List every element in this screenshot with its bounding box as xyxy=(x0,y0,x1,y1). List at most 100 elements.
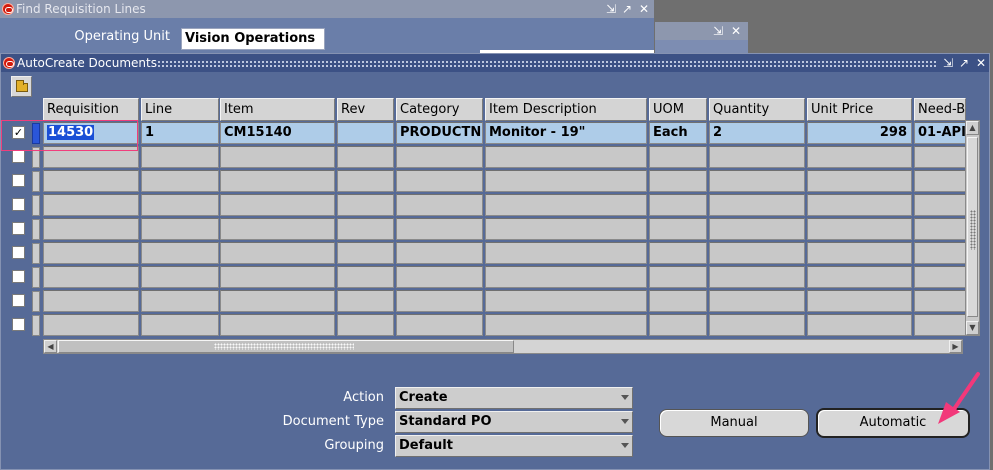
row-select-checkbox[interactable] xyxy=(12,174,25,187)
table-cell[interactable] xyxy=(649,194,707,216)
table-cell[interactable] xyxy=(914,146,966,168)
scroll-left-icon[interactable]: ◀ xyxy=(44,340,57,353)
table-cell[interactable] xyxy=(914,266,966,288)
table-cell[interactable] xyxy=(337,290,394,312)
row-indicator[interactable] xyxy=(32,171,40,192)
row-select-checkbox[interactable] xyxy=(12,294,25,307)
table-cell[interactable] xyxy=(337,122,394,144)
row-indicator[interactable] xyxy=(32,315,40,336)
maximize-icon[interactable]: ↗ xyxy=(957,54,971,72)
table-cell[interactable] xyxy=(807,170,912,192)
column-header[interactable]: Requisition xyxy=(43,98,139,121)
minimize-icon[interactable]: ⇲ xyxy=(604,0,618,18)
table-cell[interactable] xyxy=(220,194,335,216)
table-cell[interactable] xyxy=(43,266,139,288)
table-cell[interactable] xyxy=(141,242,219,264)
table-cell[interactable] xyxy=(43,194,139,216)
table-cell[interactable] xyxy=(485,146,647,168)
table-cell[interactable] xyxy=(43,242,139,264)
operating-unit-field[interactable]: Vision Operations xyxy=(181,28,325,50)
row-select-checkbox[interactable] xyxy=(12,246,25,259)
table-cell[interactable] xyxy=(141,146,219,168)
column-header[interactable]: Item xyxy=(220,98,335,121)
column-header[interactable]: Rev xyxy=(337,98,394,121)
table-cell[interactable] xyxy=(649,290,707,312)
table-cell[interactable] xyxy=(485,170,647,192)
column-header[interactable]: Unit Price xyxy=(807,98,912,121)
table-cell[interactable] xyxy=(914,242,966,264)
grouping-select[interactable]: Default xyxy=(395,435,633,457)
table-cell[interactable]: Each xyxy=(649,122,707,144)
close-icon[interactable]: ✕ xyxy=(729,22,743,40)
table-cell[interactable] xyxy=(807,194,912,216)
table-cell[interactable] xyxy=(396,290,483,312)
vertical-scroll-thumb[interactable] xyxy=(967,137,978,317)
action-select[interactable]: Create xyxy=(395,387,633,409)
table-cell[interactable] xyxy=(914,194,966,216)
table-cell[interactable] xyxy=(709,314,805,336)
column-header[interactable]: Quantity xyxy=(709,98,805,121)
table-cell[interactable] xyxy=(220,266,335,288)
close-icon[interactable]: ✕ xyxy=(637,0,651,18)
table-cell[interactable] xyxy=(43,218,139,240)
table-cell[interactable] xyxy=(485,218,647,240)
column-header[interactable]: UOM xyxy=(649,98,707,121)
table-cell[interactable] xyxy=(220,170,335,192)
table-cell[interactable] xyxy=(220,242,335,264)
row-indicator[interactable] xyxy=(32,219,40,240)
table-cell[interactable] xyxy=(396,242,483,264)
table-cell[interactable]: 01-API xyxy=(914,122,966,144)
table-cell[interactable] xyxy=(220,218,335,240)
table-cell[interactable] xyxy=(807,218,912,240)
row-indicator[interactable] xyxy=(32,291,40,312)
table-cell[interactable] xyxy=(709,266,805,288)
vertical-scrollbar[interactable]: ▲ ▼ xyxy=(965,120,980,336)
table-cell[interactable] xyxy=(485,266,647,288)
autocreate-titlebar[interactable]: AutoCreate Documents ⇲ ↗ ✕ xyxy=(1,54,989,72)
table-cell[interactable] xyxy=(485,290,647,312)
table-cell[interactable] xyxy=(220,314,335,336)
table-cell[interactable] xyxy=(337,194,394,216)
table-cell[interactable] xyxy=(709,290,805,312)
table-cell[interactable] xyxy=(649,242,707,264)
table-cell[interactable]: 2 xyxy=(709,122,805,144)
table-cell[interactable] xyxy=(649,314,707,336)
minimize-icon[interactable]: ⇲ xyxy=(711,22,725,40)
table-cell[interactable]: Monitor - 19" xyxy=(485,122,647,144)
table-cell[interactable]: CM15140 xyxy=(220,122,335,144)
table-cell[interactable] xyxy=(396,146,483,168)
row-indicator[interactable] xyxy=(32,243,40,264)
table-cell[interactable] xyxy=(396,170,483,192)
row-select-checkbox[interactable] xyxy=(12,222,25,235)
table-cell[interactable] xyxy=(914,218,966,240)
table-cell[interactable] xyxy=(141,290,219,312)
table-cell[interactable] xyxy=(141,218,219,240)
maximize-icon[interactable]: ↗ xyxy=(620,0,634,18)
background-window-titlebar[interactable]: ⇲ ✕ xyxy=(655,22,748,40)
table-cell[interactable] xyxy=(709,218,805,240)
table-cell[interactable] xyxy=(709,146,805,168)
scroll-down-icon[interactable]: ▼ xyxy=(966,321,979,335)
table-cell[interactable] xyxy=(485,314,647,336)
table-cell[interactable] xyxy=(914,290,966,312)
table-cell[interactable] xyxy=(807,266,912,288)
column-header[interactable]: Item Description xyxy=(485,98,647,121)
table-cell[interactable] xyxy=(649,218,707,240)
table-cell[interactable] xyxy=(141,170,219,192)
horizontal-scroll-thumb[interactable] xyxy=(58,340,514,353)
column-header[interactable]: Line xyxy=(141,98,219,121)
column-header[interactable]: Category xyxy=(396,98,483,121)
table-cell[interactable] xyxy=(807,290,912,312)
table-cell[interactable] xyxy=(485,194,647,216)
open-folder-button[interactable] xyxy=(11,76,32,97)
table-cell[interactable] xyxy=(709,170,805,192)
table-cell[interactable] xyxy=(141,266,219,288)
scroll-up-icon[interactable]: ▲ xyxy=(966,121,979,135)
table-cell[interactable] xyxy=(43,314,139,336)
minimize-icon[interactable]: ⇲ xyxy=(941,54,955,72)
table-cell[interactable] xyxy=(807,314,912,336)
column-header[interactable]: Need-B xyxy=(914,98,966,121)
find-window-titlebar[interactable]: Find Requisition Lines ⇲ ↗ ✕ xyxy=(0,0,654,18)
table-cell[interactable] xyxy=(141,314,219,336)
row-select-checkbox[interactable] xyxy=(12,198,25,211)
